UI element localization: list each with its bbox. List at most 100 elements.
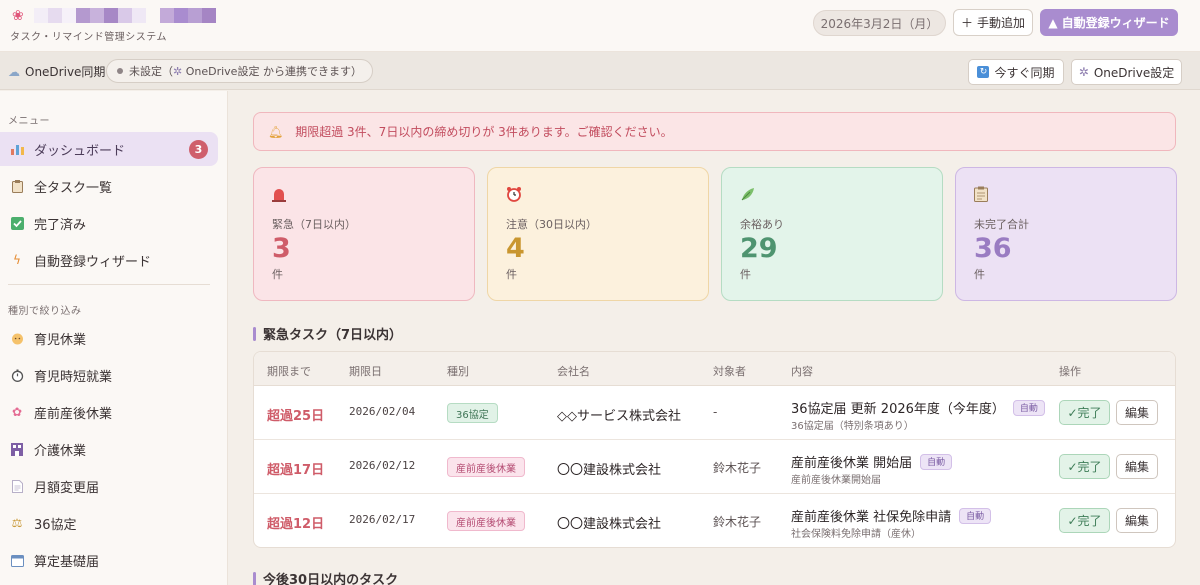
card-value: 36 [974,233,1012,264]
edit-button[interactable]: 編集 [1116,508,1158,533]
clipboard-icon [974,186,1176,206]
task-title-group: 産前産後休業 開始届 自動 [791,452,953,471]
gear-icon: ✲ [173,65,183,78]
sidebar-item-label: 36協定 [34,517,77,533]
card-unit: 件 [974,268,985,281]
task-title-group: 36協定届 更新 2026年度（今年度） 自動 [791,398,1045,417]
sidebar-item-monthly-change[interactable]: 月額変更届 [0,469,218,503]
sidebar-item-article-36[interactable]: ⚖ 36協定 [0,506,218,540]
sidebar-item-childcare-leave[interactable]: 育児休業 [0,321,218,355]
summary-card-caution[interactable]: 注意（30日以内） 4 件 [487,167,709,301]
sidebar-item-wizard[interactable]: ϟ 自動登録ウィザード [0,243,218,277]
auto-badge: 自動 [959,507,992,524]
card-label: 注意（30日以内） [506,218,597,231]
onedrive-settings-button[interactable]: ✲ OneDrive設定 [1071,59,1182,85]
bell-icon: 🔔︎ [268,124,284,139]
siren-icon [272,186,474,206]
manual-add-button[interactable]: ＋ 手動追加 [953,9,1033,36]
header-due-date: 期限日 [349,365,382,378]
table-header: 期限まで 期限日 種別 会社名 対象者 内容 操作 [254,352,1175,386]
header-time-left: 期限まで [267,365,311,378]
gear-icon: ✲ [1078,65,1089,79]
company-name: 〇〇建設株式会社 [557,517,662,532]
complete-button[interactable]: ✓完了 [1059,454,1110,479]
task-title: 産前産後休業 社保免除申請 [791,510,952,525]
stopwatch-icon [10,368,24,382]
sidebar-item-label: 算定基礎届 [34,554,100,570]
sidebar-item-label: 完了済み [34,217,87,233]
task-subtitle: 36協定届（特別条項あり） [791,421,914,432]
baby-icon [10,331,24,345]
card-unit: 件 [272,268,283,281]
summary-card-urgent[interactable]: 緊急（7日以内） 3 件 [253,167,475,301]
card-label: 余裕あり [740,218,784,231]
sync-status-link-text: OneDrive設定 から連携できます） [185,65,362,78]
sidebar-item-label: 全タスク一覧 [34,180,113,196]
app-header: ❀ タスク・リマインド管理システム 2026年3月2日（月） ＋ 手動追加 ▲ … [0,0,1200,52]
auto-badge: 自動 [920,453,953,470]
app-title-redacted [34,8,219,23]
summary-card-incomplete-total[interactable]: 未完了合計 36 件 [955,167,1177,301]
onedrive-sync-bar: ☁ OneDrive同期 未設定（✲ OneDrive設定 から連携できます） … [0,52,1200,90]
sync-now-button[interactable]: ↻ 今すぐ同期 [968,59,1064,85]
complete-button[interactable]: ✓完了 [1059,508,1110,533]
edit-button[interactable]: 編集 [1116,400,1158,425]
type-badge: 産前産後休業 [447,511,525,531]
sidebar-item-dashboard[interactable]: ダッシュボード 3 [0,132,218,166]
sidebar-item-label: 育児休業 [34,332,87,348]
sync-title-group: ☁ OneDrive同期 [8,63,105,80]
manual-add-label: 手動追加 [977,16,1026,30]
sidebar-item-maternity-leave[interactable]: ✿ 産前産後休業 [0,395,218,429]
task-subtitle: 産前産後休業開始届 [791,475,881,486]
card-value: 4 [506,233,525,264]
checkbox-icon [10,216,24,230]
auto-badge: 自動 [1012,399,1045,416]
header-actions: 操作 [1059,365,1081,378]
task-title: 36協定届 更新 2026年度（今年度） [791,402,1005,417]
section-accent-bar [253,326,256,341]
scales-icon: ⚖ [11,516,23,530]
sidebar-item-completed[interactable]: 完了済み [0,206,218,240]
sidebar-item-label: 月額変更届 [34,480,100,496]
deadline-alert-banner: 🔔︎ 期限超過 3件、7日以内の締め切りが 3件あります。ご確認ください。 [253,112,1176,151]
header-type: 種別 [447,365,469,378]
alarm-clock-icon [506,186,708,206]
document-icon [10,479,24,493]
dashboard-count-badge: 3 [189,140,208,159]
urgent-task-table: 期限まで 期限日 種別 会社名 対象者 内容 操作 超過25日 2026/02/… [253,351,1176,548]
status-dot-icon [117,68,123,74]
sidebar-divider [8,284,210,285]
sidebar-item-childcare-short-hours[interactable]: 育児時短就業 [0,358,218,392]
table-row[interactable]: 超過25日 2026/02/04 36協定 ◇◇サービス株式会社 - 36協定届… [254,386,1175,440]
sidebar-item-standard-remuneration[interactable]: 算定基礎届 [0,543,218,577]
plus-icon: ＋ [960,16,973,30]
card-value: 29 [740,233,778,264]
header-company: 会社名 [557,365,590,378]
due-date: 2026/02/04 [349,405,416,418]
summary-card-relaxed[interactable]: 余裕あり 29 件 [721,167,943,301]
clipboard-icon [10,179,24,193]
card-label: 緊急（7日以内） [272,218,356,231]
onedrive-settings-label: OneDrive設定 [1093,65,1175,80]
card-value: 3 [272,233,291,264]
cloud-icon: ☁ [8,64,20,79]
table-row[interactable]: 超過17日 2026/02/12 産前産後休業 〇〇建設株式会社 鈴木花子 産前… [254,440,1175,494]
current-date: 2026年3月2日（月） [813,10,946,36]
sync-status-pill: 未設定（✲ OneDrive設定 から連携できます） [106,59,373,83]
wizard-button[interactable]: ▲ 自動登録ウィザード [1040,9,1178,36]
building-icon [10,442,24,456]
sidebar-item-all-tasks[interactable]: 全タスク一覧 [0,169,218,203]
table-row[interactable]: 超過12日 2026/02/17 産前産後休業 〇〇建設株式会社 鈴木花子 産前… [254,494,1175,547]
rocket-icon: ▲ [1048,15,1058,30]
menu-heading: メニュー [8,116,50,127]
sidebar-item-label: ダッシュボード [34,143,126,159]
filter-heading: 種別で絞り込み [8,306,82,317]
sync-status-text: 未設定（ [129,65,173,78]
complete-button[interactable]: ✓完了 [1059,400,1110,425]
sidebar-item-nursing-care-leave[interactable]: 介護休業 [0,432,218,466]
edit-button[interactable]: 編集 [1116,454,1158,479]
overdue-days: 超過25日 [267,409,325,424]
calendar-icon [10,553,24,567]
upcoming-section-title-text: 今後30日以内のタスク [263,573,399,585]
card-unit: 件 [740,268,751,281]
